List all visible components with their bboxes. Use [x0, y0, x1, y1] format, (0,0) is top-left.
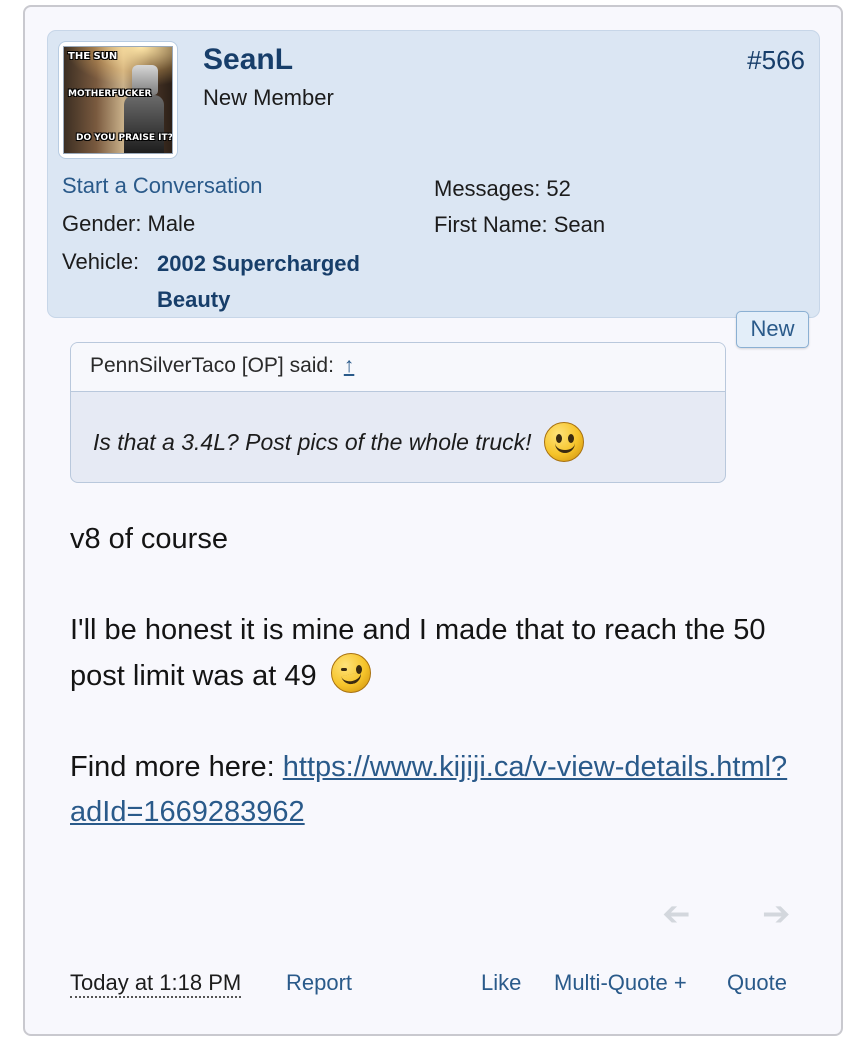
avatar-knight-body [124, 95, 164, 153]
avatar-image: THE SUN MOTHERFUCKER DO YOU PRAISE IT? [63, 46, 173, 154]
quote-header: PennSilverTaco [OP] said: ↑ [71, 343, 725, 392]
like-link[interactable]: Like [481, 970, 521, 996]
report-link[interactable]: Report [286, 970, 352, 996]
messages-value: 52 [546, 176, 571, 201]
user-title: New Member [203, 85, 334, 110]
post-date[interactable]: Today at 1:18 PM [70, 970, 242, 998]
quote-body: Is that a 3.4L? Post pics of the whole t… [71, 392, 725, 462]
quote-link[interactable]: Quote [727, 970, 787, 996]
multi-quote-link[interactable]: Multi-Quote + [554, 970, 687, 996]
quote-jump-link[interactable]: ↑ [344, 354, 355, 377]
first-name-row: First Name: Sean [434, 212, 605, 238]
first-name-label: First Name: [434, 212, 548, 237]
post-number-link[interactable]: #566 [747, 45, 805, 76]
arrow-left-icon[interactable]: ➔ [662, 894, 691, 934]
vehicle-label: Vehicle: [62, 249, 140, 274]
messages-label: Messages: [434, 176, 541, 201]
vehicle-value: 2002 Supercharged Beauty [157, 251, 360, 312]
avatar-caption-top: THE SUN [68, 51, 118, 62]
message-line-2: I'll be honest it is mine and I made tha… [70, 614, 766, 692]
smile-icon [543, 422, 584, 462]
messages-row: Messages: 52 [434, 176, 571, 202]
message-line-1: v8 of course [70, 523, 228, 555]
arrow-right-icon[interactable]: ➔ [762, 894, 791, 934]
avatar-caption-middle: MOTHERFUCKER [68, 89, 152, 99]
quote-author: PennSilverTaco [OP] said: [90, 354, 334, 377]
gender-value: Male [147, 211, 196, 236]
post-message-body: v8 of course I'll be honest it is mine a… [70, 517, 790, 881]
gender-label: Gender: [62, 211, 142, 236]
first-name-value: Sean [553, 212, 606, 237]
wink-icon [330, 653, 371, 693]
message-link-prefix: Find more here: [70, 751, 275, 783]
message-paragraph-2: I'll be honest it is mine and I made tha… [70, 608, 790, 699]
username[interactable]: SeanL [203, 43, 293, 77]
avatar[interactable]: THE SUN MOTHERFUCKER DO YOU PRAISE IT? [58, 41, 178, 159]
message-paragraph-3: Find more here: https://www.kijiji.ca/v-… [70, 745, 790, 835]
start-conversation-link[interactable]: Start a Conversation [62, 173, 263, 199]
gender-row: Gender: Male [62, 211, 195, 237]
post-card: THE SUN MOTHERFUCKER DO YOU PRAISE IT? S… [23, 5, 843, 1036]
new-badge: New [736, 311, 809, 348]
user-info-panel: THE SUN MOTHERFUCKER DO YOU PRAISE IT? S… [47, 30, 820, 318]
avatar-caption-bottom: DO YOU PRAISE IT? [76, 133, 173, 143]
quote-text: Is that a 3.4L? Post pics of the whole t… [93, 429, 532, 455]
quote-block: PennSilverTaco [OP] said: ↑ Is that a 3.… [70, 342, 726, 483]
